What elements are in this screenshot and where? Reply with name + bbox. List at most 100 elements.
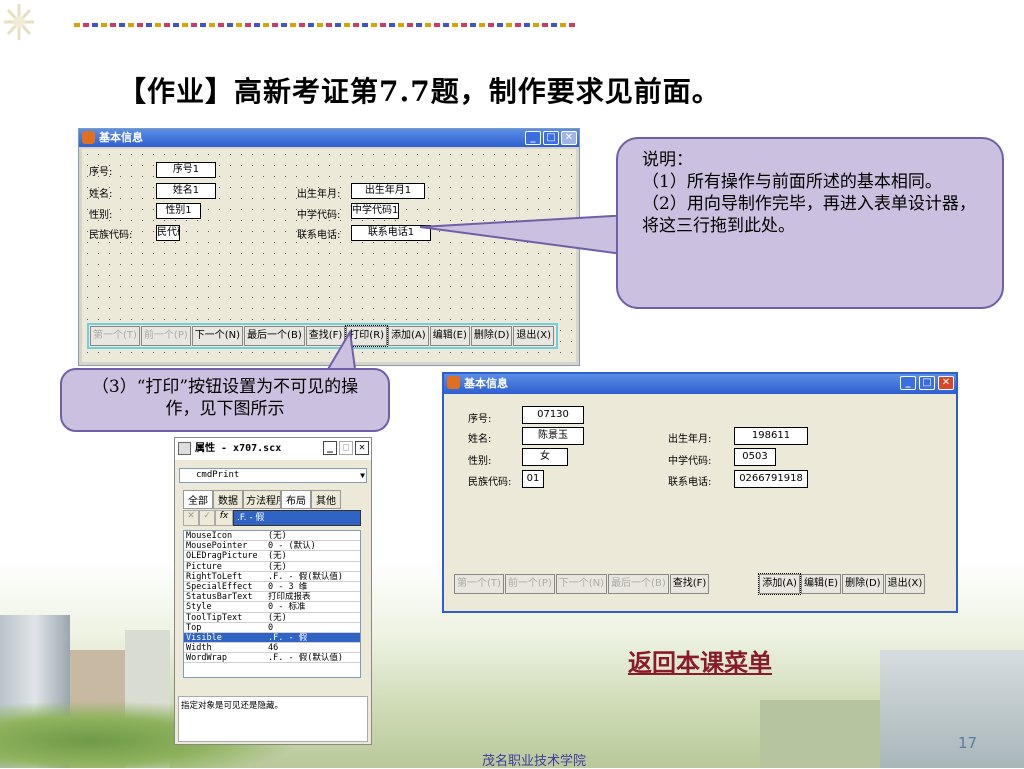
minimize-button[interactable]: _	[525, 131, 541, 145]
value-input[interactable]: .F. - 假	[233, 510, 361, 526]
birth-field[interactable]: 198611	[734, 427, 808, 445]
sex-field[interactable]: 女	[522, 448, 568, 466]
property-name: MousePointer	[186, 541, 248, 551]
property-row[interactable]: MousePointer 0 - (默认)	[184, 541, 360, 552]
property-row[interactable]: ToolTipText (无)	[184, 613, 360, 623]
maximize-button[interactable]: □	[919, 376, 935, 390]
name-field[interactable]: 姓名1	[156, 183, 216, 199]
note-callout: 说明： （1）所有操作与前面所述的基本相同。 （2）用向导制作完毕，再进入表单设…	[616, 137, 1004, 309]
properties-tabs: 全部 数据 方法程序 布局 其他	[183, 490, 341, 509]
property-value[interactable]: .F. - 假(默认值)	[266, 653, 360, 662]
phone-field[interactable]: 联系电话1	[351, 225, 431, 241]
property-value[interactable]: (无)	[266, 613, 360, 622]
property-value[interactable]: .F. - 假	[266, 633, 360, 642]
properties-titlebar: 属性 - x707.scx _ □ ✕	[175, 438, 371, 460]
property-row[interactable]: Visible .F. - 假	[184, 632, 360, 644]
property-row[interactable]: MouseIcon (无)	[184, 531, 360, 542]
property-value[interactable]: .F. - 假(默认值)	[266, 572, 360, 581]
minimize-button[interactable]: _	[900, 376, 916, 390]
tab-data[interactable]: 数据	[213, 490, 243, 509]
delete-button[interactable]: 删除(D)	[842, 574, 884, 594]
property-row[interactable]: Picture (无)	[184, 562, 360, 572]
close-button[interactable]: ✕	[355, 441, 369, 455]
property-value[interactable]: 0 - 3 维	[266, 582, 360, 591]
cancel-icon[interactable]: ✕	[183, 510, 199, 526]
last-button[interactable]: 最后一个(B)	[608, 574, 669, 594]
property-value[interactable]: 打印成报表	[266, 592, 360, 601]
add-button[interactable]: 添加(A)	[388, 326, 429, 346]
find-button[interactable]: 查找(F)	[669, 574, 710, 594]
next-button[interactable]: 下一个(N)	[555, 574, 608, 594]
back-to-menu-link[interactable]: 返回本课菜单	[628, 643, 772, 678]
note-title: 说明：	[642, 150, 693, 170]
edit-button[interactable]: 编辑(E)	[429, 326, 470, 346]
add-button[interactable]: 添加(A)	[758, 573, 801, 595]
next-button[interactable]: 下一个(N)	[191, 326, 244, 346]
exit-button[interactable]: 退出(X)	[884, 574, 926, 594]
function-icon[interactable]: fx	[215, 510, 233, 526]
slide-title: 【作业】高新考证第7.7题，制作要求见前面。	[118, 75, 721, 108]
delete-button[interactable]: 删除(D)	[470, 326, 513, 346]
property-row[interactable]: OLEDragPicture (无)	[184, 551, 360, 562]
property-value[interactable]: 0 - 标准	[266, 602, 360, 611]
property-name: Visible	[186, 632, 222, 643]
close-button[interactable]: ✕	[561, 131, 577, 145]
property-row[interactable]: WordWrap .F. - 假(默认值)	[184, 653, 360, 664]
property-value[interactable]: (无)	[266, 531, 360, 540]
seq-field[interactable]: 07130	[522, 406, 584, 424]
property-row[interactable]: SpecialEffect 0 - 3 维	[184, 581, 360, 593]
prev-button[interactable]: 前一个(P)	[140, 326, 191, 346]
exit-button[interactable]: 退出(X)	[513, 326, 555, 346]
property-name: Picture	[186, 561, 222, 571]
birth-field[interactable]: 出生年月1	[351, 183, 425, 199]
sex-field[interactable]: 性别1	[156, 203, 201, 219]
last-button[interactable]: 最后一个(B)	[244, 326, 305, 346]
property-value[interactable]: (无)	[266, 551, 360, 560]
property-value[interactable]: 0	[266, 623, 360, 632]
trees-image	[760, 700, 890, 768]
titlebar: 基本信息 _ □ ✕	[444, 374, 956, 394]
property-row[interactable]: StatusBarText 打印成报表	[184, 592, 360, 603]
phone-field[interactable]: 0266791918	[734, 470, 808, 488]
property-row[interactable]: RightToLeft .F. - 假(默认值)	[184, 572, 360, 582]
property-row[interactable]: Style 0 - 标准	[184, 602, 360, 613]
page-number: 17	[958, 734, 978, 752]
seq-field[interactable]: 序号1	[156, 162, 216, 178]
property-name: OLEDragPicture	[186, 551, 258, 561]
tab-layout[interactable]: 布局	[281, 490, 311, 509]
accept-icon[interactable]: ✓	[199, 510, 215, 526]
property-value[interactable]: 0 - (默认)	[266, 541, 360, 550]
minimize-button[interactable]: _	[323, 441, 337, 455]
property-value[interactable]: 46	[266, 643, 360, 652]
first-button[interactable]: 第一个(T)	[90, 326, 140, 346]
school-label: 中学代码:	[297, 210, 341, 221]
school-field[interactable]: 中学代码1	[351, 203, 399, 219]
tab-other[interactable]: 其他	[311, 490, 341, 509]
ethnic-field[interactable]: 01	[522, 470, 544, 488]
property-list[interactable]: MouseIcon (无) MousePointer 0 - (默认) OLEDragP…	[183, 530, 361, 678]
edit-button[interactable]: 编辑(E)	[800, 574, 842, 594]
decorative-divider	[74, 23, 576, 27]
property-name: SpecialEffect	[186, 581, 253, 592]
name-field[interactable]: 陈景玉	[522, 427, 584, 445]
tab-methods[interactable]: 方法程序	[243, 490, 281, 509]
properties-window[interactable]: 属性 - x707.scx _ □ ✕ cmdPrint ▼ 全部 数据 方法程…	[174, 437, 372, 745]
run-button-group[interactable]: 第一个(T) 前一个(P) 下一个(N) 最后一个(B) 查找(F) 添加(A)…	[454, 573, 926, 595]
fox-icon	[82, 131, 95, 144]
property-name: StatusBarText	[186, 592, 253, 602]
maximize-button[interactable]: □	[339, 441, 353, 455]
property-value[interactable]: (无)	[266, 562, 360, 571]
close-button[interactable]: ✕	[938, 376, 954, 390]
tab-all[interactable]: 全部	[183, 490, 213, 509]
school-field[interactable]: 0503	[734, 448, 776, 466]
maximize-button[interactable]: □	[543, 131, 559, 145]
properties-title: 属性 - x707.scx	[195, 443, 282, 454]
property-row[interactable]: Width 46	[184, 643, 360, 654]
birth-label: 出生年月:	[297, 189, 341, 200]
first-button[interactable]: 第一个(T)	[454, 574, 504, 594]
prev-button[interactable]: 前一个(P)	[504, 574, 555, 594]
property-row[interactable]: Top 0	[184, 623, 360, 633]
object-select[interactable]: cmdPrint ▼	[179, 468, 367, 483]
ethnic-field[interactable]: 民代码	[156, 225, 180, 241]
run-form-window[interactable]: 基本信息 _ □ ✕ 序号: 姓名: 性别: 民族代码: 07130 陈景玉 女…	[442, 372, 958, 613]
